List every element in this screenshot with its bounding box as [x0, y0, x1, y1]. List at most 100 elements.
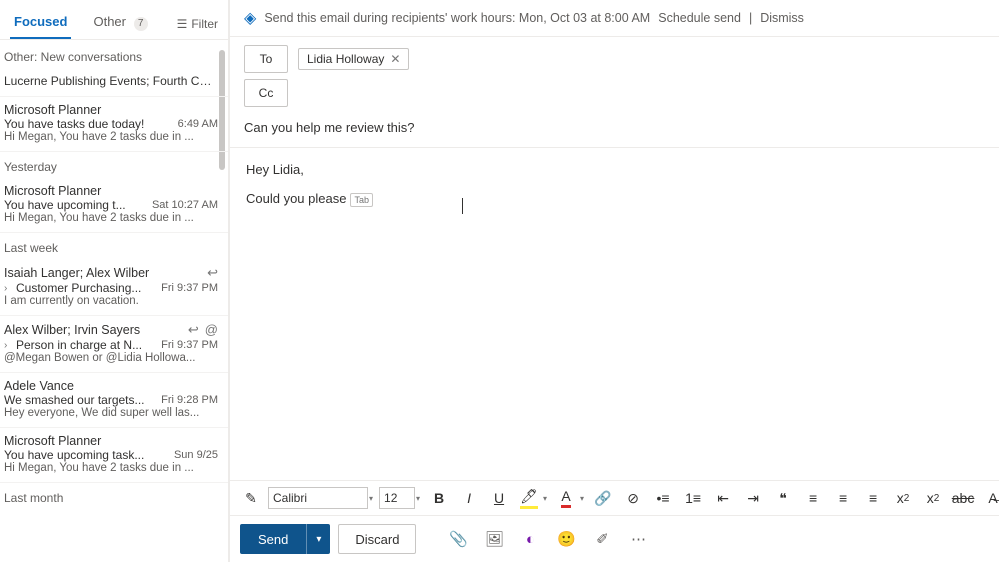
tab-other[interactable]: Other 7: [89, 8, 151, 39]
highlight-button[interactable]: 🖊: [516, 485, 542, 511]
bullet-list-button[interactable]: •≡: [650, 485, 676, 511]
section-other-new: Other: New conversations: [0, 40, 228, 68]
filter-icon: ☰: [177, 17, 188, 31]
cc-button[interactable]: Cc: [244, 79, 288, 107]
app-root: Focused Other 7 ☰ Filter Other: New conv…: [0, 0, 999, 562]
send-split-button: Send ▾: [240, 524, 330, 554]
send-row: Send ▾ Discard 📎 🖼 ◐ 🙂 ✐ ⋯: [230, 516, 999, 562]
subscript-button[interactable]: x2: [920, 485, 946, 511]
tab-other-label: Other: [93, 14, 126, 29]
compose-pane: ◈ Send this email during recipients' wor…: [229, 0, 999, 562]
section-yesterday: Yesterday: [0, 152, 228, 178]
link-button[interactable]: 🔗: [590, 485, 616, 511]
section-last-week: Last week: [0, 233, 228, 259]
chevron-down-icon[interactable]: ▾: [580, 494, 584, 503]
underline-button[interactable]: U: [486, 485, 512, 511]
to-row: To Lidia Holloway ✕: [244, 45, 999, 73]
list-item[interactable]: Alex Wilber; Irvin Sayers ↩ @ › Person i…: [0, 316, 228, 373]
emoji-icon[interactable]: 🙂: [552, 525, 580, 553]
body-line: Could you pleaseTab: [246, 191, 999, 207]
recipient-chip[interactable]: Lidia Holloway ✕: [298, 48, 409, 70]
schedule-send-link[interactable]: Schedule send: [658, 11, 741, 25]
bold-button[interactable]: B: [426, 485, 452, 511]
section-last-month: Last month: [0, 483, 228, 509]
align-left-button[interactable]: ≡: [800, 485, 826, 511]
indent-button[interactable]: ⇥: [740, 485, 766, 511]
body-greeting: Hey Lidia,: [246, 162, 999, 177]
msg-subject: Customer Purchasing...: [16, 281, 153, 295]
clear-format-button[interactable]: A̶: [980, 485, 999, 511]
font-color-button[interactable]: A: [553, 485, 579, 511]
send-options-dropdown[interactable]: ▾: [306, 524, 330, 554]
msg-time: Fri 9:37 PM: [161, 339, 218, 351]
msg-preview: Hey everyone, We did super well las...: [4, 407, 218, 419]
list-item[interactable]: Adele Vance We smashed our targets... Fr…: [0, 373, 228, 428]
msg-from: Microsoft Planner: [4, 103, 218, 117]
msg-subject: We smashed our targets...: [4, 393, 153, 407]
chevron-icon: ›: [4, 340, 14, 351]
loop-icon[interactable]: ◐: [516, 525, 544, 553]
recipient-chip-name: Lidia Holloway: [307, 52, 384, 66]
msg-from: Adele Vance: [4, 379, 218, 393]
to-button[interactable]: To: [244, 45, 288, 73]
msg-from: Isaiah Langer; Alex Wilber: [4, 266, 207, 280]
filter-button[interactable]: ☰ Filter: [177, 17, 218, 31]
strikethrough-button[interactable]: abc: [950, 485, 976, 511]
msg-subject: You have upcoming t...: [4, 198, 144, 212]
reply-icon: ↩: [207, 265, 218, 281]
schedule-tip-text: Send this email during recipients' work …: [264, 11, 650, 25]
mention-icon: @: [205, 322, 218, 338]
dismiss-link[interactable]: Dismiss: [760, 11, 804, 25]
text-caret: [462, 198, 463, 214]
msg-preview: @Megan Bowen or @Lidia Hollowa...: [4, 352, 218, 364]
remove-recipient-icon[interactable]: ✕: [390, 52, 400, 66]
number-list-button[interactable]: 1≡: [680, 485, 706, 511]
format-toolbar: ✎ ▾ ▾ B I U 🖊 ▾ A ▾ 🔗 ⊘ •≡ 1≡ ⇤ ⇥ ❝ ≡ ≡ …: [230, 480, 999, 516]
msg-subject: You have tasks due today!: [4, 117, 170, 131]
attach-icon[interactable]: 📎: [444, 525, 472, 553]
chevron-down-icon[interactable]: ▾: [543, 494, 547, 503]
discard-button[interactable]: Discard: [338, 524, 416, 554]
msg-time: Fri 9:37 PM: [161, 282, 218, 294]
schedule-tip-bar: ◈ Send this email during recipients' wor…: [230, 0, 999, 37]
format-painter-icon[interactable]: ✎: [238, 485, 264, 511]
recipients-block: To Lidia Holloway ✕ Cc: [230, 37, 999, 113]
chevron-icon: ›: [4, 283, 14, 294]
insert-picture-icon[interactable]: 🖼: [480, 525, 508, 553]
reply-icon: ↩: [188, 322, 199, 338]
msg-subject: Person in charge at N...: [16, 338, 153, 352]
italic-button[interactable]: I: [456, 485, 482, 511]
send-button[interactable]: Send: [240, 524, 306, 554]
msg-subject: Lucerne Publishing Events; Fourth Coffe.…: [4, 74, 218, 88]
chevron-down-icon[interactable]: ▾: [416, 494, 420, 503]
msg-preview: I am currently on vacation.: [4, 295, 218, 307]
msg-time: Fri 9:28 PM: [161, 394, 218, 406]
msg-preview: Hi Megan, You have 2 tasks due in ...: [4, 131, 218, 143]
compose-body[interactable]: Hey Lidia, Could you pleaseTab: [230, 148, 999, 480]
list-item[interactable]: Microsoft Planner You have upcoming t...…: [0, 178, 228, 233]
msg-from: Microsoft Planner: [4, 434, 218, 448]
align-center-button[interactable]: ≡: [830, 485, 856, 511]
quote-button[interactable]: ❝: [770, 485, 796, 511]
list-item[interactable]: Microsoft Planner You have tasks due tod…: [0, 97, 228, 152]
dictate-icon[interactable]: ✐: [588, 525, 616, 553]
font-size-select[interactable]: [379, 487, 415, 509]
list-item[interactable]: Lucerne Publishing Events; Fourth Coffe.…: [0, 68, 228, 97]
align-right-button[interactable]: ≡: [860, 485, 886, 511]
subject-input[interactable]: [244, 120, 999, 135]
outdent-button[interactable]: ⇤: [710, 485, 736, 511]
filter-label: Filter: [191, 17, 218, 31]
superscript-button[interactable]: x2: [890, 485, 916, 511]
list-item[interactable]: Isaiah Langer; Alex Wilber ↩ › Customer …: [0, 259, 228, 316]
msg-time: Sat 10:27 AM: [152, 199, 218, 211]
chevron-down-icon[interactable]: ▾: [369, 494, 373, 503]
unlink-button[interactable]: ⊘: [620, 485, 646, 511]
list-item[interactable]: Microsoft Planner You have upcoming task…: [0, 428, 228, 483]
msg-time: Sun 9/25: [174, 449, 218, 461]
msg-from: Alex Wilber; Irvin Sayers: [4, 323, 188, 337]
font-select[interactable]: [268, 487, 368, 509]
tab-focused[interactable]: Focused: [10, 8, 71, 39]
more-options-icon[interactable]: ⋯: [624, 525, 652, 553]
msg-time: 6:49 AM: [178, 118, 218, 130]
subject-row: [230, 113, 999, 148]
